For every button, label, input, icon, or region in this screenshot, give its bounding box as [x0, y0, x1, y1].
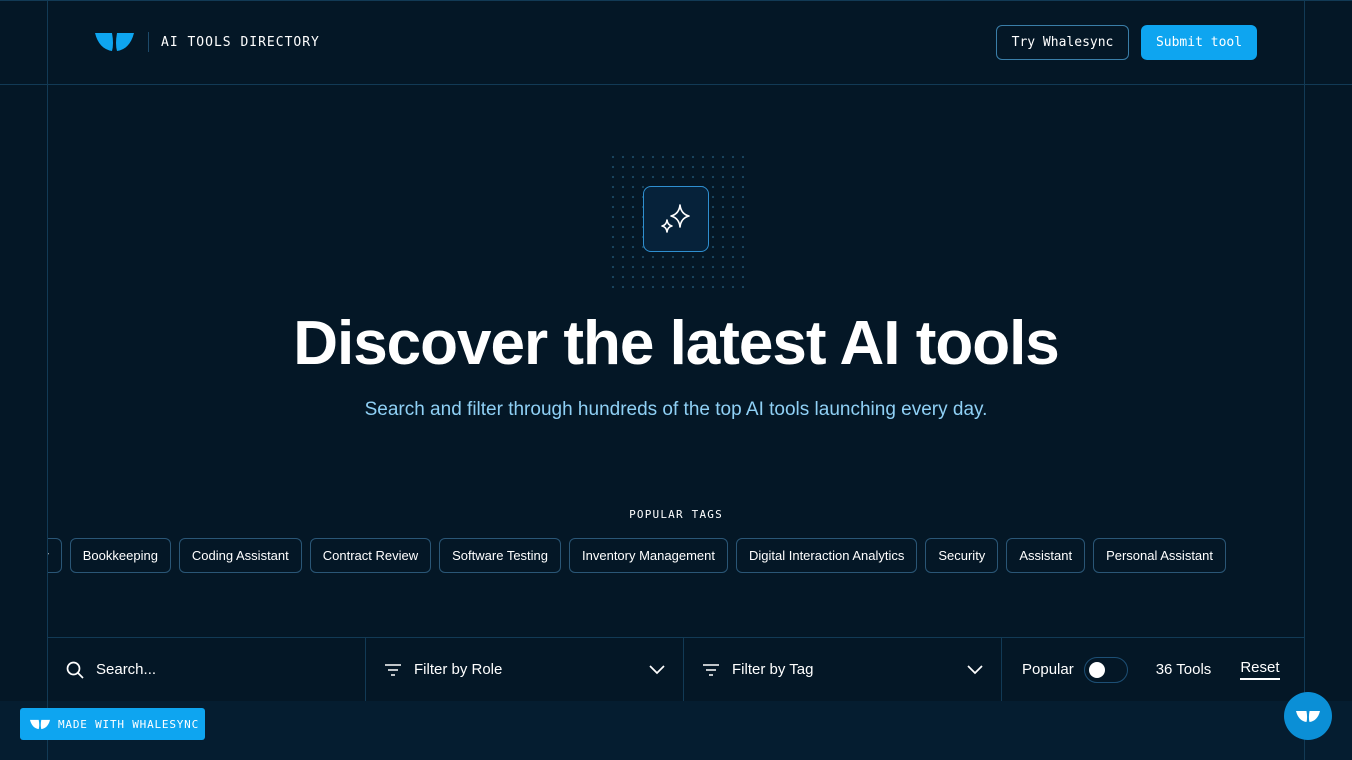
divider — [148, 32, 149, 52]
grid-line — [0, 0, 1352, 1]
whalesync-chat-button[interactable] — [1284, 692, 1332, 740]
tag-chip[interactable]: Bookkeeping — [69, 538, 171, 573]
grid-line — [1304, 0, 1305, 760]
tag-chip[interactable]: Inventory Management — [569, 538, 728, 573]
filter-tag-label: Filter by Tag — [732, 661, 814, 678]
sparkles-icon — [661, 204, 690, 233]
chevron-down-icon — [967, 664, 983, 674]
filter-bar: Search... Filter by Role Filter by Tag P… — [48, 637, 1304, 701]
reset-link[interactable]: Reset — [1240, 659, 1280, 680]
search-input[interactable]: Search... — [48, 638, 366, 701]
sparkles-badge — [643, 186, 709, 252]
filter-by-tag-dropdown[interactable]: Filter by Tag — [684, 638, 1002, 701]
hero-title: Discover the latest AI tools — [293, 309, 1060, 378]
popular-toggle[interactable] — [1083, 656, 1128, 683]
tag-chip[interactable]: Assistant — [1006, 538, 1086, 573]
badge-text: MADE WITH WHALESYNC — [58, 717, 200, 731]
search-placeholder: Search... — [96, 661, 157, 678]
submit-tool-button[interactable]: Submit tool — [1141, 25, 1257, 60]
chevron-down-icon — [649, 664, 665, 674]
popular-tags-carousel: Library BookkeepingCoding AssistantContra… — [48, 538, 1304, 573]
tag-chip[interactable]: Coding Assistant — [178, 538, 302, 573]
filter-icon — [703, 663, 719, 676]
tag-chip[interactable]: Personal Assistant — [1093, 538, 1227, 573]
site-title: AI TOOLS DIRECTORY — [161, 34, 320, 50]
sort-controls: Popular 36 Tools Reset — [1002, 638, 1304, 701]
tool-count: 36 Tools — [1155, 661, 1212, 678]
whale-tail-icon — [30, 719, 50, 729]
filter-by-role-dropdown[interactable]: Filter by Role — [366, 638, 684, 701]
popular-tags-heading: POPULAR TAGS — [629, 508, 723, 521]
made-with-whalesync-badge[interactable]: MADE WITH WHALESYNC — [20, 708, 205, 740]
tag-chip[interactable]: Contract Review — [309, 538, 432, 573]
filter-icon — [385, 663, 401, 676]
logo[interactable]: AI TOOLS DIRECTORY — [95, 32, 320, 52]
whale-tail-icon — [1296, 710, 1320, 722]
whale-tail-logo-icon — [95, 33, 134, 51]
popular-label: Popular — [1022, 661, 1074, 678]
search-icon — [66, 661, 84, 679]
hero-subtitle: Search and filter through hundreds of th… — [364, 399, 988, 420]
tag-chip[interactable]: Library — [48, 538, 62, 573]
try-whalesync-button[interactable]: Try Whalesync — [996, 25, 1129, 60]
grid-line — [0, 84, 1352, 85]
tag-chip[interactable]: Digital Interaction Analytics — [735, 538, 918, 573]
tag-chip[interactable]: Security — [925, 538, 999, 573]
filter-role-label: Filter by Role — [414, 661, 503, 678]
tag-chip[interactable]: Software Testing — [439, 538, 562, 573]
